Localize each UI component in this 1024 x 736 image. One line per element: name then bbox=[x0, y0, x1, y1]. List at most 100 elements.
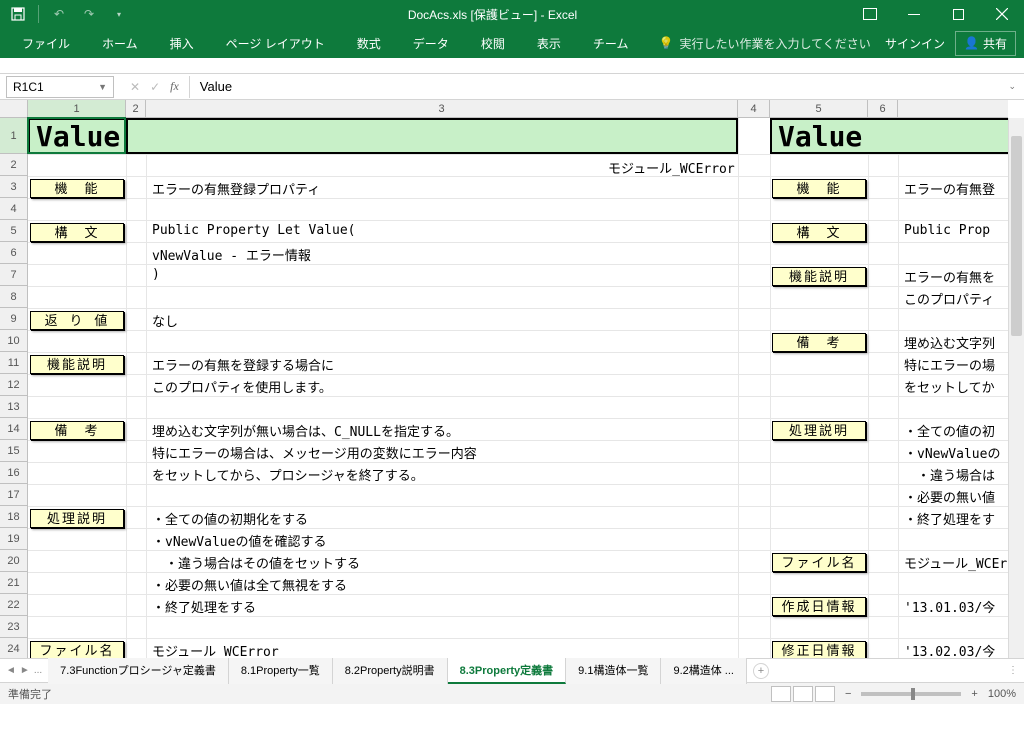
maximize-icon[interactable] bbox=[936, 0, 980, 28]
share-button[interactable]: 👤 共有 bbox=[955, 31, 1016, 56]
sheet-tab[interactable]: 9.2構造体 ... bbox=[661, 658, 747, 684]
field-value: ・vNewValueの bbox=[904, 443, 1000, 462]
field-value: vNewValue - エラー情報 bbox=[152, 245, 311, 264]
row-header[interactable]: 18 bbox=[0, 506, 27, 528]
row-header[interactable]: 21 bbox=[0, 572, 27, 594]
header-cell-value-right[interactable]: Value bbox=[770, 118, 1020, 154]
scroll-thumb[interactable] bbox=[1011, 136, 1022, 336]
col-header[interactable]: 2 bbox=[126, 100, 146, 117]
formula-input[interactable]: Value bbox=[190, 79, 1001, 94]
cells[interactable]: Value Value モジュール_WCError 機 能構 文返 り 値機能説… bbox=[28, 118, 1008, 658]
view-page-layout-button[interactable] bbox=[793, 686, 813, 702]
name-box-value: R1C1 bbox=[13, 80, 44, 94]
sheet-tab[interactable]: 7.3Functionプロシージャ定義書 bbox=[48, 658, 229, 684]
tab-formulas[interactable]: 数式 bbox=[343, 29, 395, 58]
row-header[interactable]: 13 bbox=[0, 396, 27, 418]
name-box-dropdown-icon[interactable]: ▼ bbox=[98, 82, 107, 92]
row-header[interactable]: 3 bbox=[0, 176, 27, 198]
row-header[interactable]: 5 bbox=[0, 220, 27, 242]
row-header[interactable]: 19 bbox=[0, 528, 27, 550]
undo-button[interactable]: ↶ bbox=[47, 2, 71, 26]
zoom-slider[interactable] bbox=[861, 692, 961, 696]
header-cell-blank[interactable] bbox=[126, 118, 738, 154]
field-label: 返 り 値 bbox=[30, 311, 124, 330]
spreadsheet-grid[interactable]: 1 2 3 4 5 6 1234567891011121314151617181… bbox=[0, 100, 1024, 658]
module-line: モジュール_WCError bbox=[608, 158, 735, 177]
tab-data[interactable]: データ bbox=[399, 29, 463, 58]
column-headers: 1 2 3 4 5 6 bbox=[0, 100, 1008, 118]
sign-in-link[interactable]: サインイン bbox=[885, 35, 945, 52]
tab-nav-more[interactable]: ... bbox=[34, 665, 42, 676]
field-value: ・終了処理をす bbox=[904, 509, 995, 528]
sheet-tab[interactable]: 8.2Property説明書 bbox=[333, 658, 448, 684]
zoom-in-icon[interactable]: + bbox=[971, 688, 977, 700]
row-header[interactable]: 1 bbox=[0, 118, 27, 154]
select-all-corner[interactable] bbox=[0, 100, 28, 117]
row-header[interactable]: 22 bbox=[0, 594, 27, 616]
row-header[interactable]: 9 bbox=[0, 308, 27, 330]
formula-cancel-icon[interactable]: ✕ bbox=[130, 80, 140, 94]
row-header[interactable]: 16 bbox=[0, 462, 27, 484]
restore-down-icon[interactable] bbox=[848, 0, 892, 28]
qat-dropdown-icon[interactable]: ▾ bbox=[107, 2, 131, 26]
tab-home[interactable]: ホーム bbox=[88, 29, 152, 58]
col-header[interactable]: 4 bbox=[738, 100, 770, 117]
sheet-tab[interactable]: 8.3Property定義書 bbox=[448, 658, 567, 684]
status-bar: 準備完了 − + 100% bbox=[0, 682, 1024, 704]
tab-nav-first-icon[interactable]: ◄ bbox=[6, 665, 16, 676]
zoom-value[interactable]: 100% bbox=[988, 688, 1016, 700]
row-header[interactable]: 7 bbox=[0, 264, 27, 286]
tab-view[interactable]: 表示 bbox=[523, 29, 575, 58]
close-icon[interactable] bbox=[980, 0, 1024, 28]
minimize-icon[interactable] bbox=[892, 0, 936, 28]
row-header[interactable]: 12 bbox=[0, 374, 27, 396]
view-normal-button[interactable] bbox=[771, 686, 791, 702]
field-value: なし bbox=[152, 311, 178, 330]
formula-expand-icon[interactable]: ⌄ bbox=[1000, 81, 1024, 92]
field-label: 機能説明 bbox=[772, 267, 866, 286]
row-header[interactable]: 15 bbox=[0, 440, 27, 462]
field-value: ・vNewValueの値を確認する bbox=[152, 531, 326, 550]
save-button[interactable] bbox=[6, 2, 30, 26]
add-sheet-button[interactable]: + bbox=[753, 663, 769, 679]
tab-review[interactable]: 校閲 bbox=[467, 29, 519, 58]
col-header[interactable]: 1 bbox=[28, 100, 126, 117]
row-header[interactable]: 6 bbox=[0, 242, 27, 264]
tab-file[interactable]: ファイル bbox=[8, 29, 84, 58]
field-value: をセットしてか bbox=[904, 377, 995, 396]
field-label: 備 考 bbox=[772, 333, 866, 352]
field-label: 備 考 bbox=[30, 421, 124, 440]
col-header[interactable]: 3 bbox=[146, 100, 738, 117]
row-header[interactable]: 17 bbox=[0, 484, 27, 506]
header-cell-value-left[interactable]: Value bbox=[28, 118, 126, 154]
row-header[interactable]: 4 bbox=[0, 198, 27, 220]
col-header[interactable]: 5 bbox=[770, 100, 868, 117]
field-label: 作成日情報 bbox=[772, 597, 866, 616]
view-page-break-button[interactable] bbox=[815, 686, 835, 702]
tab-nav-prev-icon[interactable]: ► bbox=[20, 665, 30, 676]
sheet-tab-bar: ◄ ► ... 7.3Functionプロシージャ定義書8.1Property一… bbox=[0, 658, 1024, 682]
row-header[interactable]: 20 bbox=[0, 550, 27, 572]
name-box[interactable]: R1C1 ▼ bbox=[6, 76, 114, 98]
fx-icon[interactable]: fx bbox=[170, 79, 179, 94]
row-header[interactable]: 2 bbox=[0, 154, 27, 176]
row-header[interactable]: 24 bbox=[0, 638, 27, 658]
tab-pagelayout[interactable]: ページ レイアウト bbox=[212, 29, 339, 58]
row-header[interactable]: 23 bbox=[0, 616, 27, 638]
sheet-tab[interactable]: 8.1Property一覧 bbox=[229, 658, 333, 684]
field-value: モジュール_WCErro bbox=[904, 553, 1023, 572]
sheet-tab[interactable]: 9.1構造体一覧 bbox=[566, 658, 661, 684]
formula-accept-icon[interactable]: ✓ bbox=[150, 80, 160, 94]
row-header[interactable]: 8 bbox=[0, 286, 27, 308]
row-headers: 123456789101112131415161718192021222324 bbox=[0, 118, 28, 658]
row-header[interactable]: 10 bbox=[0, 330, 27, 352]
tab-insert[interactable]: 挿入 bbox=[156, 29, 208, 58]
row-header[interactable]: 11 bbox=[0, 352, 27, 374]
zoom-out-icon[interactable]: − bbox=[845, 688, 851, 700]
vertical-scrollbar[interactable] bbox=[1008, 118, 1024, 658]
row-header[interactable]: 14 bbox=[0, 418, 27, 440]
col-header[interactable]: 6 bbox=[868, 100, 898, 117]
tell-me-search[interactable]: 💡 実行したい作業を入力してください bbox=[658, 35, 870, 52]
tab-team[interactable]: チーム bbox=[579, 29, 643, 58]
redo-button[interactable]: ↷ bbox=[77, 2, 101, 26]
